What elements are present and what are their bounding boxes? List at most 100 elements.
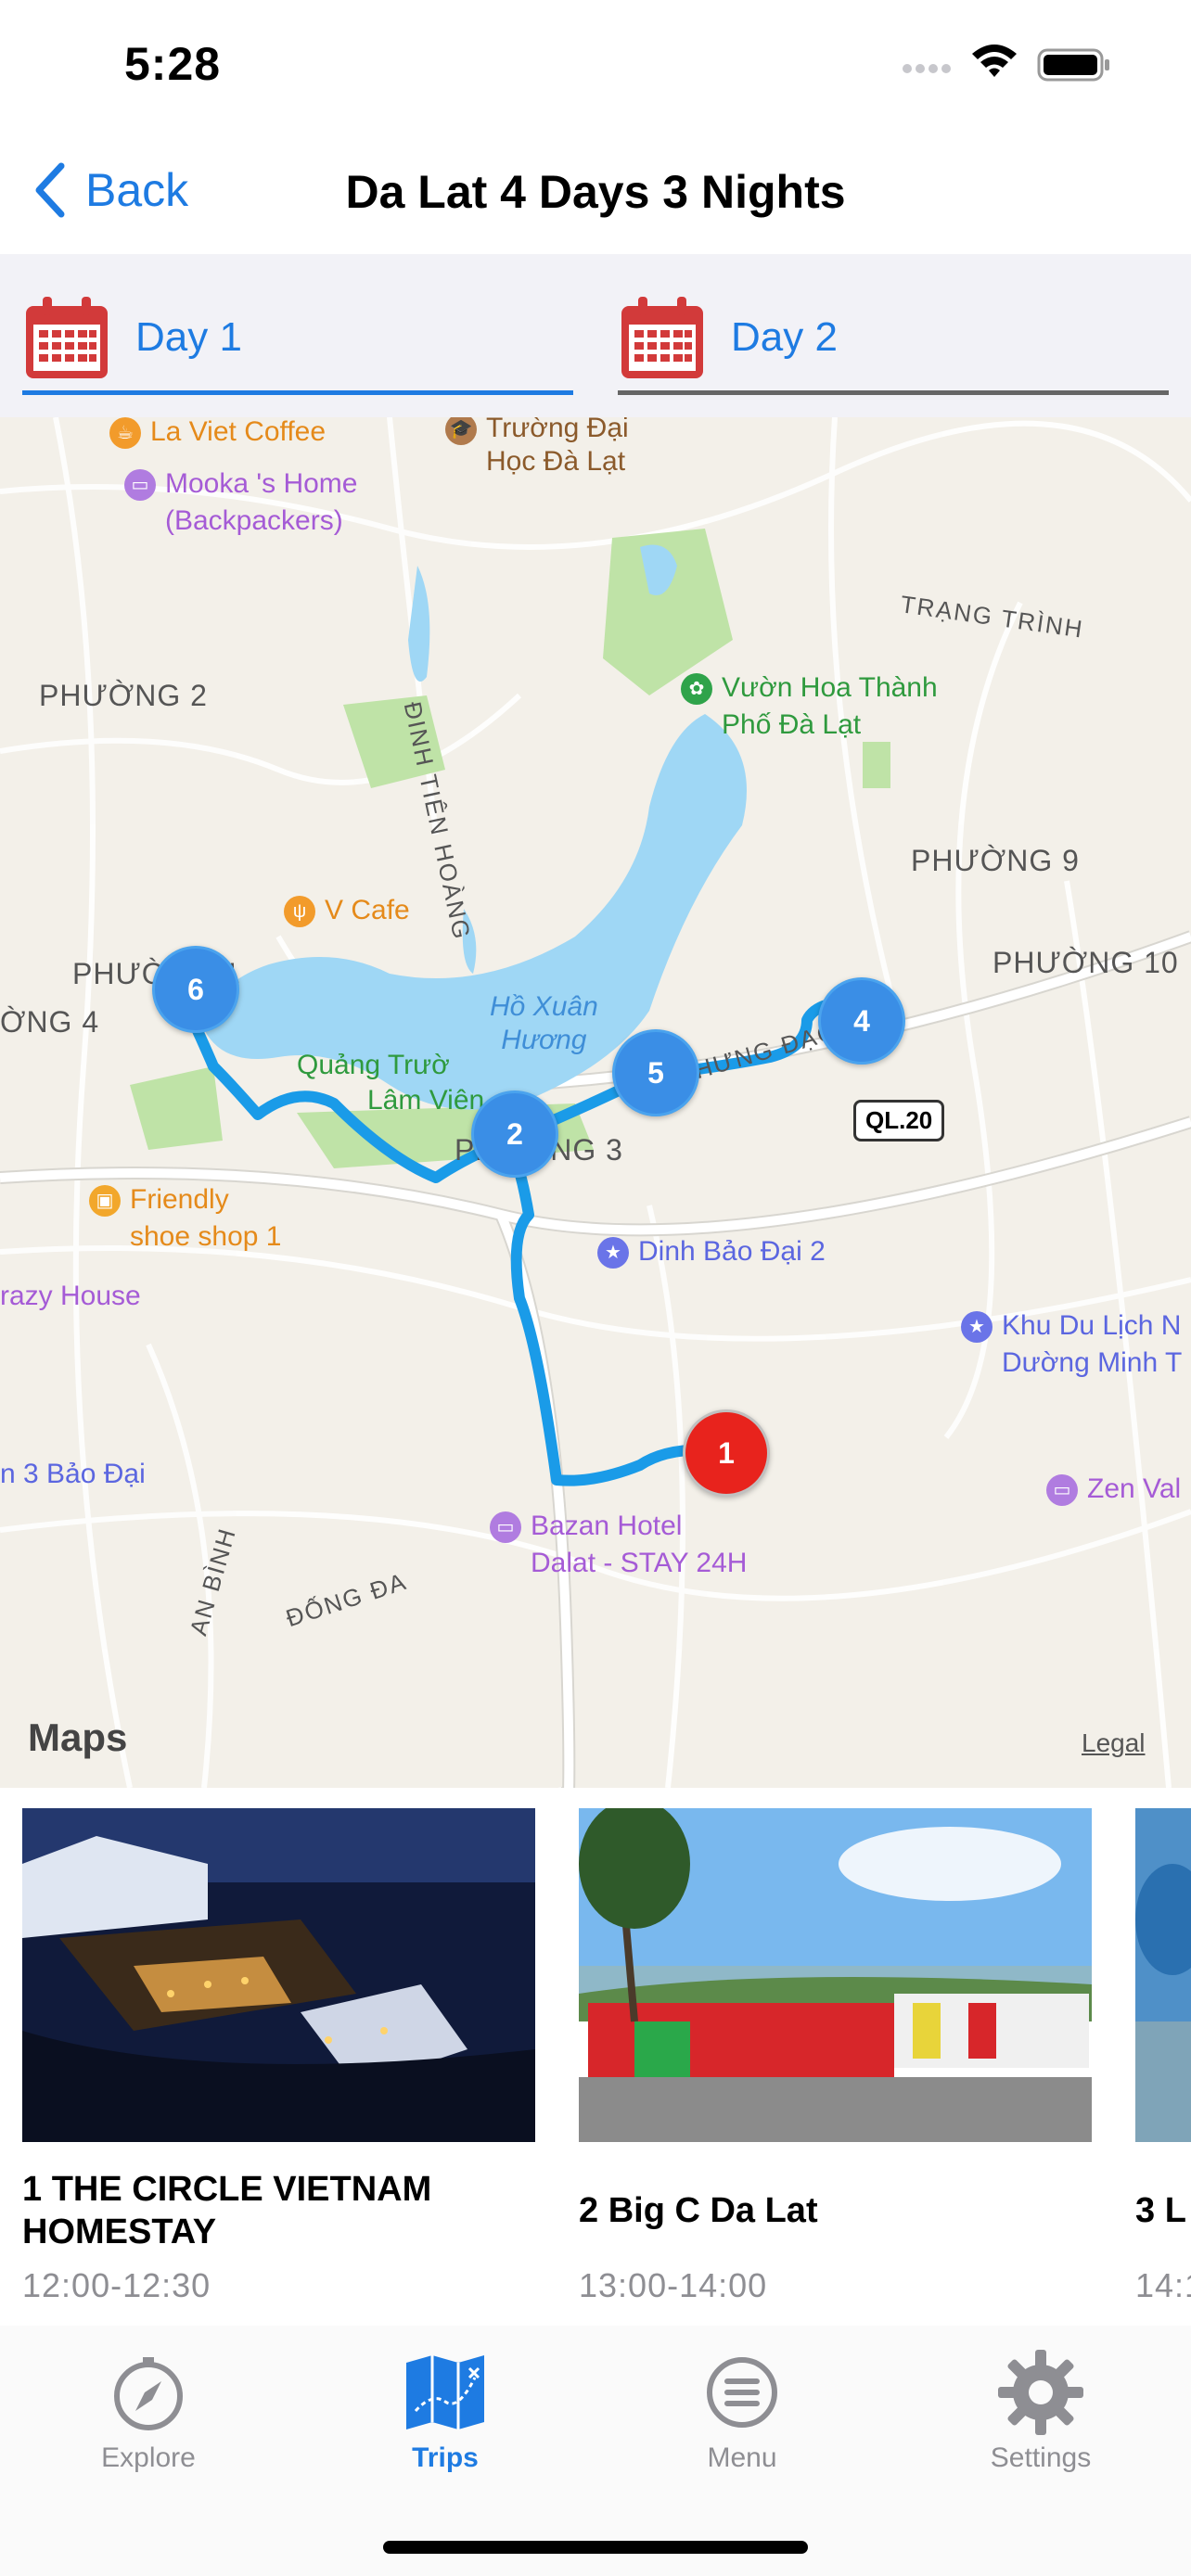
tab-trips[interactable]: Trips (352, 2348, 538, 2474)
tab-settings[interactable]: Settings (948, 2348, 1133, 2474)
flower-icon: ✿ (681, 673, 712, 706)
place-photo (1135, 1808, 1191, 2142)
tab-menu[interactable]: Menu (649, 2348, 835, 2474)
poi-label: La Viet Coffee (150, 417, 327, 447)
poi-mooka-home[interactable]: ▭ Mooka 's Home (Backpackers) (124, 465, 357, 540)
map-pin-2[interactable]: 2 (471, 1090, 558, 1178)
tab-day-2-label: Day 2 (731, 314, 838, 360)
map-view[interactable]: PHƯỜNG 2 PHƯỜNG 9 PHƯỜNG 10 PHƯỜNG 1 ỜNG… (0, 417, 1191, 1788)
bed-icon: ▭ (124, 469, 156, 502)
bed-icon: ▭ (490, 1511, 521, 1544)
poi-ho-xuan-huong: Hồ Xuân Hương (490, 990, 598, 1057)
poi-label: (Backpackers) (165, 505, 343, 536)
poi-label: Hồ Xuân (490, 991, 598, 1022)
wifi-icon (972, 45, 1017, 77)
school-icon: 🎓 (445, 417, 477, 446)
place-time: 12:00-12:30 (22, 2266, 211, 2304)
legal-link[interactable]: Legal (1082, 1728, 1146, 1758)
tab-label: Settings (990, 2442, 1092, 2473)
fork-knife-icon: ψ (284, 896, 315, 928)
poi-label: Bazan Hotel (531, 1511, 683, 1541)
poi-label: Khu Du Lịch N (1002, 1310, 1182, 1341)
gear-icon (998, 2350, 1083, 2435)
tab-day-2[interactable]: Day 2 (618, 291, 838, 384)
calendar-icon (26, 297, 108, 378)
poi-v-cafe[interactable]: ψ V Cafe (284, 892, 410, 929)
poi-label: Trường Đại (486, 417, 629, 443)
map-label-phuong-9: PHƯỜNG 9 (911, 844, 1080, 877)
poi-vuon-hoa[interactable]: ✿ Vườn Hoa Thành Phố Đà Lạt (681, 670, 938, 744)
bed-icon: ▭ (1046, 1474, 1078, 1507)
status-time: 5:28 (124, 38, 222, 90)
poi-label: V Cafe (325, 895, 410, 925)
poi-label: Dường Minh T (1002, 1347, 1183, 1378)
poi-quang-truong[interactable]: Quảng Trườ Lâm Viên (297, 1048, 484, 1118)
day-1-selected-indicator (22, 390, 573, 395)
star-icon: ★ (597, 1237, 629, 1269)
poi-khu-du-lich[interactable]: ★ Khu Du Lịch N Dường Minh T (961, 1307, 1182, 1382)
tab-day-1-label: Day 1 (135, 314, 242, 360)
map-pin-6[interactable]: 6 (152, 946, 239, 1033)
place-photo (579, 1808, 1092, 2142)
place-title: 3 L (1135, 2191, 1186, 2230)
calendar-icon (621, 297, 703, 378)
place-card[interactable]: 1 THE CIRCLE VIETNAM HOMESTAY 12:00-12:3… (22, 1808, 535, 2305)
day-2-indicator (618, 390, 1169, 395)
status-bar: 5:28 (0, 0, 1191, 130)
place-card[interactable]: 3 L 14:1 (1135, 1808, 1191, 2305)
menu-icon (707, 2357, 777, 2428)
poi-label: Lâm Viên (367, 1085, 485, 1116)
tab-explore[interactable]: Explore (56, 2348, 241, 2474)
poi-university[interactable]: 🎓 Trường Đại Học Đà Lạt (445, 417, 629, 478)
poi-label: shoe shop 1 (130, 1221, 282, 1252)
cellular-signal-icon (903, 64, 951, 73)
poi-label: Friendly (130, 1184, 229, 1215)
poi-label: Học Đà Lạt (486, 446, 626, 478)
poi-crazy-house[interactable]: razy House (0, 1278, 141, 1315)
road-badge-ql20: QL.20 (853, 1100, 945, 1141)
home-indicator (383, 2541, 808, 2554)
place-photo (22, 1808, 535, 2142)
tab-day-1[interactable]: Day 1 (22, 291, 242, 384)
poi-label: Quảng Trườ (297, 1050, 450, 1080)
map-label-phuong-2: PHƯỜNG 2 (39, 679, 208, 712)
battery-icon (1037, 48, 1109, 82)
poi-friendly-shoe-shop[interactable]: ▣ Friendly shoe shop 1 (89, 1181, 281, 1256)
place-title: 2 Big C Da Lat (579, 2191, 818, 2230)
maps-label: Maps (28, 1715, 128, 1759)
shopping-bag-icon: ▣ (89, 1185, 121, 1218)
poi-label: Mooka 's Home (165, 468, 358, 499)
poi-dinh-bao-dai[interactable]: ★ Dinh Bảo Đại 2 (597, 1233, 826, 1270)
poi-label: Dinh Bảo Đại 2 (638, 1236, 826, 1267)
poi-la-viet-coffee[interactable]: ☕ La Viet Coffee (109, 417, 326, 451)
map-pin-1[interactable]: 1 (683, 1409, 770, 1497)
poi-label: Vườn Hoa Thành (722, 672, 938, 703)
map-icon (406, 2355, 484, 2429)
compass-icon (114, 2357, 183, 2430)
apple-maps-logo: Maps (28, 1715, 127, 1760)
navigation-bar: Back Da Lat 4 Days 3 Nights (0, 130, 1191, 255)
tab-label: Menu (707, 2442, 777, 2473)
page-title: Da Lat 4 Days 3 Nights (345, 166, 846, 218)
map-pin-5[interactable]: 5 (612, 1029, 699, 1116)
place-time: 13:00-14:00 (579, 2266, 768, 2304)
place-card[interactable]: 2 Big C Da Lat 13:00-14:00 (579, 1808, 1092, 2305)
place-cards: 1 THE CIRCLE VIETNAM HOMESTAY 12:00-12:3… (0, 1788, 1191, 2326)
tab-label: Trips (412, 2442, 479, 2473)
poi-label: Hương (501, 1025, 587, 1055)
map-label-phuong-4: ỜNG 4 (0, 1005, 100, 1039)
poi-zen-valley[interactable]: ▭ Zen Val (1046, 1471, 1181, 1508)
poi-label: Phố Đà Lạt (722, 709, 862, 740)
place-title: 1 THE CIRCLE VIETNAM HOMESTAY (22, 2170, 432, 2251)
tab-bar: Explore Trips Menu Settings (0, 2326, 1191, 2576)
poi-bazan-hotel[interactable]: ▭ Bazan Hotel Dalat - STAY 24H (490, 1508, 747, 1582)
star-icon: ★ (961, 1311, 992, 1344)
tab-label: Explore (101, 2442, 196, 2473)
coffee-icon: ☕ (109, 417, 141, 450)
map-pin-4[interactable]: 4 (818, 977, 905, 1065)
map-label-phuong-10: PHƯỜNG 10 (992, 946, 1179, 979)
poi-label: Dalat - STAY 24H (531, 1548, 748, 1578)
poi-bao-dai[interactable]: n 3 Bảo Đại (0, 1456, 146, 1493)
poi-label: Zen Val (1087, 1473, 1182, 1504)
place-time: 14:1 (1135, 2266, 1191, 2304)
